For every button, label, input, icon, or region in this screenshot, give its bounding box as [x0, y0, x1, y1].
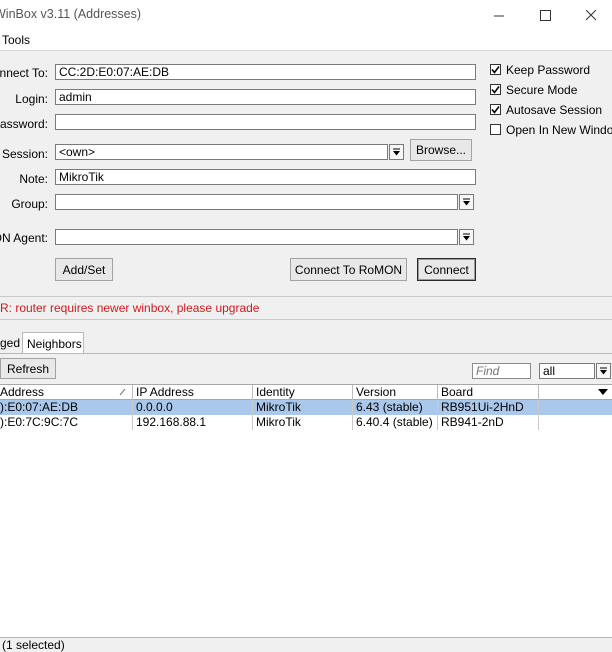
dropdown-arrow-icon — [600, 367, 607, 374]
romon-agent-dropdown-button[interactable] — [459, 229, 474, 245]
separator — [0, 319, 612, 320]
menu-tools[interactable]: Tools — [2, 33, 30, 47]
login-label: Login: — [15, 92, 48, 106]
connect-to-romon-button[interactable]: Connect To RoMON — [290, 258, 407, 281]
browse-button[interactable]: Browse... — [410, 139, 472, 161]
autosave-session-checkbox[interactable] — [490, 104, 501, 115]
add-set-button[interactable]: Add/Set — [55, 258, 113, 281]
login-field[interactable]: admin — [55, 89, 476, 105]
open-in-new-window-label: Open In New Window — [506, 123, 612, 137]
session-dropdown-button[interactable] — [389, 144, 404, 160]
separator — [0, 296, 612, 297]
cell-identity: MikroTik — [253, 400, 353, 415]
session-field[interactable]: <own> — [55, 144, 388, 160]
cell-version: 6.40.4 (stable) — [353, 415, 438, 430]
check-icon — [491, 66, 500, 74]
filter-dropdown-button[interactable] — [596, 363, 611, 379]
group-label: Group: — [11, 197, 48, 211]
minimize-icon — [493, 15, 504, 16]
group-dropdown-button[interactable] — [459, 194, 474, 210]
columns-menu-dropdown-icon[interactable] — [598, 389, 608, 396]
note-field[interactable]: MikroTik — [55, 169, 476, 185]
cell-identity: MikroTik — [253, 415, 353, 430]
table-header: Address IP Address Identity Version Boar… — [0, 384, 612, 400]
group-field[interactable] — [55, 194, 458, 210]
column-header-empty — [539, 385, 595, 400]
column-header-board[interactable]: Board — [438, 385, 539, 400]
neighbors-table: ):E0:07:AE:DB 0.0.0.0 MikroTik 6.43 (sta… — [0, 400, 612, 637]
romon-agent-field[interactable] — [55, 229, 458, 245]
tab-neighbors[interactable]: Neighbors — [22, 332, 84, 354]
cell-address: ):E0:7C:9C:7C — [0, 415, 133, 430]
secure-mode-checkbox[interactable] — [490, 84, 501, 95]
cell-version: 6.43 (stable) — [353, 400, 438, 415]
column-header-version[interactable]: Version — [353, 385, 438, 400]
window-title: WinBox v3.11 (Addresses) — [0, 7, 142, 21]
close-icon — [585, 9, 596, 20]
table-row[interactable]: ):E0:07:AE:DB 0.0.0.0 MikroTik 6.43 (sta… — [0, 400, 612, 415]
open-in-new-window-checkbox[interactable] — [490, 124, 501, 135]
refresh-button[interactable]: Refresh — [0, 358, 56, 379]
table-row[interactable]: ):E0:7C:9C:7C 192.168.88.1 MikroTik 6.40… — [0, 415, 612, 430]
note-label: Note: — [19, 172, 48, 186]
error-message: R: router requires newer winbox, please … — [0, 301, 260, 315]
sort-arrow-icon — [119, 388, 126, 396]
tab-managed[interactable]: ged — [0, 332, 22, 354]
session-label: Session: — [1, 147, 48, 161]
filter-select[interactable]: all — [539, 363, 595, 379]
connect-to-label: onnect To: — [0, 66, 48, 80]
dropdown-arrow-icon — [463, 233, 470, 240]
column-header-address[interactable]: Address — [0, 385, 133, 400]
close-button[interactable] — [568, 0, 612, 30]
romon-agent-label: ON Agent: — [0, 231, 48, 245]
cell-address: ):E0:07:AE:DB — [0, 400, 133, 415]
dropdown-arrow-icon — [463, 198, 470, 205]
dropdown-arrow-icon — [393, 148, 400, 155]
keep-password-label: Keep Password — [506, 63, 591, 77]
password-field[interactable] — [55, 114, 476, 130]
column-header-identity[interactable]: Identity — [253, 385, 353, 400]
tab-divider — [0, 353, 612, 354]
check-icon — [491, 86, 500, 94]
find-input[interactable] — [472, 363, 531, 379]
menu-bar: Tools — [0, 30, 612, 51]
maximize-icon — [539, 9, 551, 21]
keep-password-checkbox[interactable] — [490, 64, 501, 75]
status-bar: (1 selected) — [0, 637, 612, 652]
column-header-ip-address[interactable]: IP Address — [133, 385, 253, 400]
title-bar: WinBox v3.11 (Addresses) — [0, 0, 612, 30]
cell-ip-address: 0.0.0.0 — [133, 400, 253, 415]
check-icon — [491, 106, 500, 114]
secure-mode-label: Secure Mode — [506, 83, 578, 97]
connect-button[interactable]: Connect — [417, 258, 476, 281]
password-label: Password: — [0, 117, 48, 131]
cell-board: RB941-2nD — [438, 415, 539, 430]
selection-count: (1 selected) — [2, 638, 65, 652]
autosave-session-label: Autosave Session — [506, 103, 603, 117]
minimize-button[interactable] — [476, 0, 522, 30]
maximize-button[interactable] — [522, 0, 568, 30]
cell-ip-address: 192.168.88.1 — [133, 415, 253, 430]
connect-to-field[interactable]: CC:2D:E0:07:AE:DB — [55, 64, 476, 80]
cell-board: RB951Ui-2HnD — [438, 400, 539, 415]
